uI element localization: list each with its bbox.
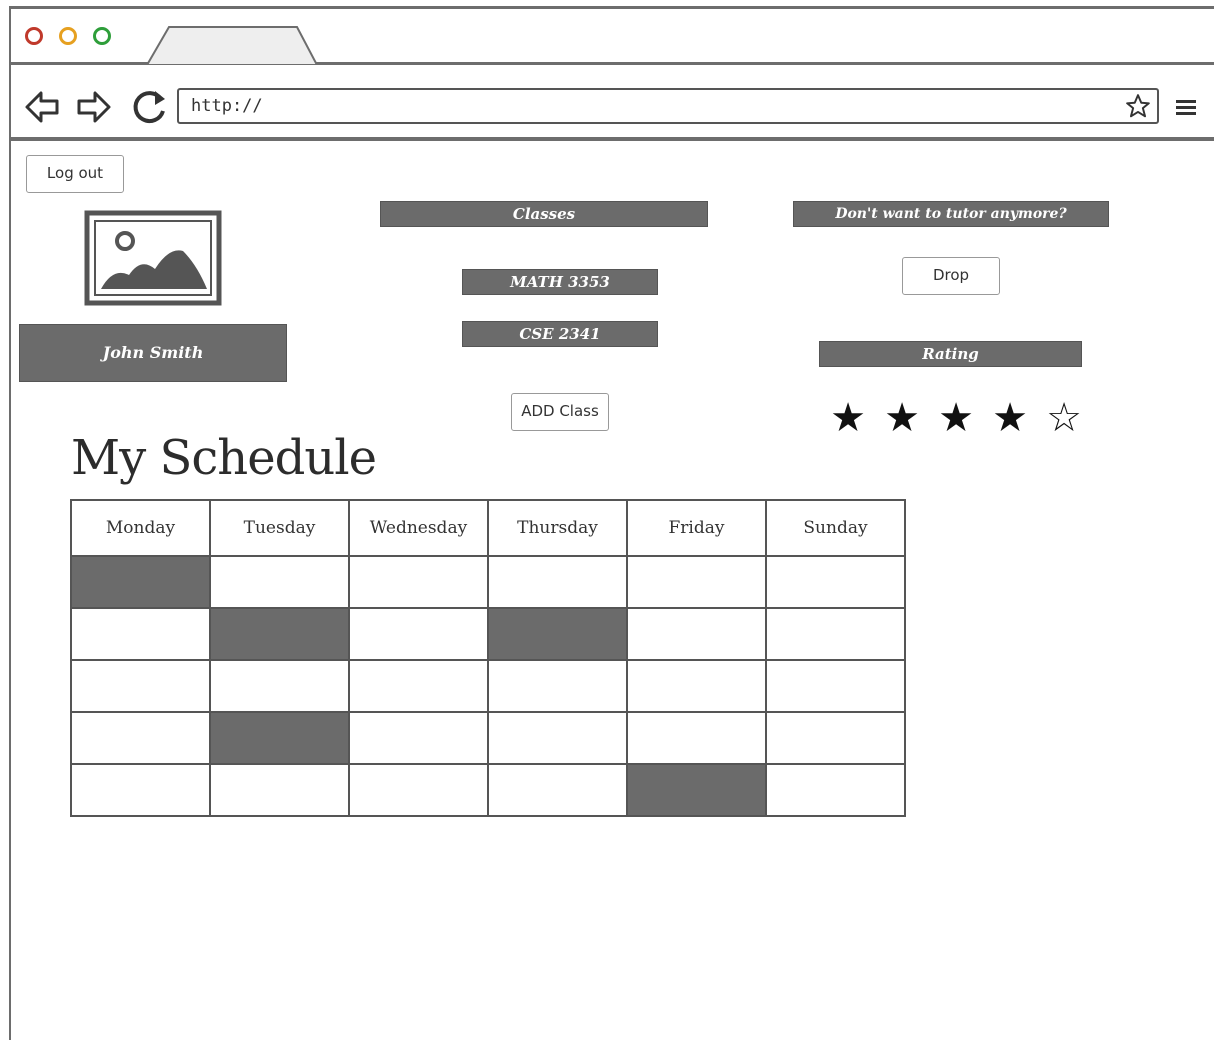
schedule-slot[interactable]: [765, 607, 906, 661]
reload-icon[interactable]: [129, 87, 169, 127]
browser-window: http:// Log out John Smith Classes MATH …: [9, 6, 1214, 1040]
browser-titlebar: [11, 9, 1214, 65]
schedule-row: [70, 659, 906, 713]
schedule-slot[interactable]: [487, 763, 628, 817]
schedule-slot[interactable]: [487, 659, 628, 713]
schedule-slot-booked[interactable]: [209, 711, 350, 765]
schedule-slot-booked[interactable]: [626, 763, 767, 817]
schedule-slot[interactable]: [348, 607, 489, 661]
profile-image-icon: [84, 210, 222, 306]
url-input[interactable]: http://: [177, 88, 1159, 124]
class-item-math-3353[interactable]: MATH 3353: [462, 269, 658, 295]
schedule-slot[interactable]: [487, 711, 628, 765]
browser-navbar: http://: [11, 65, 1214, 141]
class-item-cse-2341[interactable]: CSE 2341: [462, 321, 658, 347]
schedule-slot-booked[interactable]: [70, 555, 211, 609]
logout-button[interactable]: Log out: [26, 155, 124, 193]
schedule-table: Monday Tuesday Wednesday Thursday Friday Sund…: [70, 499, 906, 817]
schedule-slot[interactable]: [626, 607, 767, 661]
schedule-day-header: Wednesday: [348, 499, 489, 557]
schedule-row: [70, 711, 906, 765]
rating-header: Rating: [819, 341, 1082, 367]
schedule-slot[interactable]: [487, 555, 628, 609]
schedule-day-header: Monday: [70, 499, 211, 557]
star-empty-icon[interactable]: ☆: [1043, 396, 1085, 440]
schedule-day-header: Thursday: [487, 499, 628, 557]
schedule-title: My Schedule: [71, 430, 377, 486]
schedule-slot[interactable]: [765, 659, 906, 713]
schedule-row: [70, 607, 906, 661]
classes-header: Classes: [380, 201, 708, 227]
schedule-slot-booked[interactable]: [209, 607, 350, 661]
star-filled-icon[interactable]: ★: [827, 396, 869, 440]
schedule-slot[interactable]: [765, 555, 906, 609]
schedule-slot[interactable]: [348, 763, 489, 817]
schedule-slot[interactable]: [626, 555, 767, 609]
schedule-slot[interactable]: [209, 555, 350, 609]
schedule-slot-booked[interactable]: [487, 607, 628, 661]
schedule-slot[interactable]: [348, 711, 489, 765]
schedule-slot[interactable]: [70, 763, 211, 817]
hamburger-menu-icon[interactable]: [1175, 97, 1197, 117]
browser-tab[interactable]: [147, 25, 317, 65]
forward-arrow-icon[interactable]: [73, 87, 113, 127]
schedule-slot[interactable]: [626, 711, 767, 765]
minimize-window-button[interactable]: [59, 27, 77, 45]
schedule-slot[interactable]: [348, 659, 489, 713]
schedule-slot[interactable]: [626, 659, 767, 713]
schedule-day-header: Tuesday: [209, 499, 350, 557]
close-window-button[interactable]: [25, 27, 43, 45]
back-arrow-icon[interactable]: [23, 87, 63, 127]
rating-stars[interactable]: ★ ★ ★ ★ ☆: [827, 396, 1085, 440]
schedule-slot[interactable]: [209, 763, 350, 817]
add-class-button[interactable]: ADD Class: [511, 393, 609, 431]
star-filled-icon[interactable]: ★: [989, 396, 1031, 440]
bookmark-star-icon[interactable]: [1125, 93, 1151, 119]
schedule-row: [70, 555, 906, 609]
schedule-day-header: Friday: [626, 499, 767, 557]
schedule-slot[interactable]: [765, 711, 906, 765]
star-filled-icon[interactable]: ★: [935, 396, 977, 440]
schedule-slot[interactable]: [70, 711, 211, 765]
schedule-slot[interactable]: [209, 659, 350, 713]
drop-header: Don't want to tutor anymore?: [793, 201, 1109, 227]
maximize-window-button[interactable]: [93, 27, 111, 45]
page-content: Log out John Smith Classes MATH 3353 CSE…: [11, 147, 1214, 1043]
url-text: http://: [191, 96, 263, 116]
profile-name: John Smith: [19, 324, 287, 382]
schedule-slot[interactable]: [348, 555, 489, 609]
schedule-header-row: Monday Tuesday Wednesday Thursday Friday Sund…: [70, 499, 906, 557]
star-filled-icon[interactable]: ★: [881, 396, 923, 440]
schedule-slot[interactable]: [70, 607, 211, 661]
schedule-day-header: Sunday: [765, 499, 906, 557]
schedule-slot[interactable]: [70, 659, 211, 713]
schedule-slot[interactable]: [765, 763, 906, 817]
drop-button[interactable]: Drop: [902, 257, 1000, 295]
schedule-row: [70, 763, 906, 817]
